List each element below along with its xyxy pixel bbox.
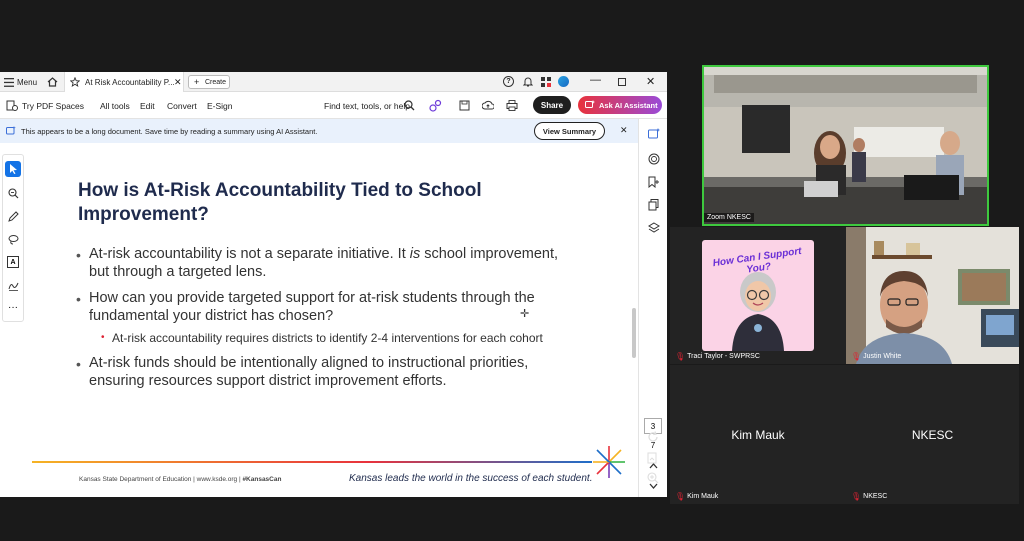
bullet-dot: • (76, 291, 81, 307)
bullet-2-line2: fundamental your district has chosen? (89, 308, 334, 324)
esign-button[interactable]: E-Sign (207, 101, 233, 111)
convert-button[interactable]: Convert (167, 101, 197, 111)
find-tools-field[interactable]: Find text, tools, or help (324, 101, 410, 111)
ask-ai-label: Ask AI Assistant (599, 101, 658, 110)
left-tool-palette: A ··· (2, 154, 24, 322)
slide-title-line2: Improvement? (78, 204, 209, 225)
layers-rail-icon[interactable] (647, 221, 660, 234)
pen-annotate-icon[interactable] (7, 210, 19, 222)
participant-name: Zoom NKESC (704, 213, 754, 222)
bullet-1-line1: At-risk accountability is not a separate… (89, 246, 559, 262)
footer-left: Kansas State Department of Education | w… (79, 476, 282, 483)
page-thumbnail-icon[interactable] (646, 451, 659, 464)
participant-name: Traci Taylor - SWPRSC (687, 353, 760, 360)
hamburger-menu-icon[interactable] (4, 77, 14, 87)
save-icon[interactable] (458, 99, 470, 111)
try-pdf-spaces-button[interactable]: Try PDF Spaces (22, 101, 84, 111)
bell-icon[interactable] (522, 76, 533, 87)
vertical-scrollbar[interactable] (632, 308, 636, 358)
bullet-3-line2: ensuring resources support district impr… (89, 373, 447, 389)
participant-name: Kim Mauk (687, 493, 719, 500)
pdf-spaces-icon[interactable] (6, 100, 18, 112)
profile-avatar-icon[interactable] (558, 76, 569, 87)
document-tab[interactable]: At Risk Accountability P... ✕ (64, 72, 184, 92)
participant-name: NKESC (863, 493, 888, 500)
participant-tile-kim[interactable]: Kim Mauk 🎙 Kim Mauk (670, 365, 846, 504)
bullet-1-line2: but through a targeted lens. (89, 264, 267, 280)
traci-avatar-image: How Can I Support You? (702, 240, 814, 351)
participant-tile-justin[interactable]: 🎙 Justin White (846, 227, 1019, 364)
ai-review-icon[interactable] (428, 98, 442, 112)
kansas-star-logo-icon (592, 445, 626, 479)
lasso-draw-icon[interactable] (7, 233, 19, 245)
move-cursor-icon: ✛ (520, 308, 530, 320)
muted-mic-icon: 🎙 (851, 492, 862, 501)
active-speaker-video[interactable]: Zoom NKESC (702, 65, 989, 226)
bullet-2-line1: How can you provide targeted support for… (89, 290, 535, 306)
close-tab-icon[interactable]: ✕ (174, 77, 182, 88)
close-window-icon[interactable]: ✕ (646, 75, 655, 88)
participant-display-name: NKESC (911, 428, 954, 442)
tab-bar: Menu At Risk Accountability P... ✕ + Cre… (0, 72, 667, 92)
share-button[interactable]: Share (533, 96, 571, 114)
footer-rule (32, 461, 592, 463)
edit-button[interactable]: Edit (140, 101, 155, 111)
ai-assistant-rail-icon[interactable] (647, 127, 660, 140)
pages-rail-icon[interactable] (647, 198, 660, 211)
create-label: Create (205, 78, 227, 86)
all-tools-button[interactable]: All tools (100, 101, 130, 111)
more-tools-icon[interactable]: ··· (7, 303, 19, 313)
participant-tile-traci[interactable]: How Can I Support You? 🎙 Traci Taylor - … (670, 227, 846, 364)
muted-mic-icon: 🎙 (851, 352, 862, 361)
bullet-dot: • (76, 247, 81, 263)
main-toolbar: Try PDF Spaces All tools Edit Convert E-… (0, 92, 667, 119)
print-icon[interactable] (506, 99, 518, 111)
bullet-dot: • (76, 356, 81, 372)
participant-name: Justin White (863, 353, 902, 360)
muted-mic-icon: 🎙 (675, 492, 686, 501)
star-icon[interactable] (70, 77, 80, 87)
create-tab-button[interactable]: + Create (188, 75, 230, 89)
ai-summary-notice: This appears to be a long document. Save… (0, 119, 638, 143)
kim-name-tag: 🎙 Kim Mauk (675, 492, 718, 501)
bullet-3-line1: At-risk funds should be intentionally al… (89, 355, 529, 371)
participant-tile-nkesc[interactable]: NKESC 🎙 NKESC (846, 365, 1019, 504)
select-cursor-icon[interactable] (5, 161, 21, 177)
zoom-in-icon[interactable] (646, 471, 659, 484)
close-notice-icon[interactable]: ✕ (620, 125, 628, 136)
nkesc-name-tag: 🎙 NKESC (851, 492, 887, 501)
notice-text: This appears to be a long document. Save… (21, 127, 318, 136)
acrobat-window: Menu At Risk Accountability P... ✕ + Cre… (0, 72, 667, 497)
menu-label[interactable]: Menu (17, 78, 37, 87)
text-box-icon[interactable]: A (7, 256, 19, 268)
sub-bullet-1: At-risk accountability requires district… (112, 331, 543, 345)
document-viewport: How is At-Risk Accountability Tied to Sc… (0, 143, 638, 497)
slide-page: How is At-Risk Accountability Tied to Sc… (32, 151, 632, 497)
comment-rail-icon[interactable] (647, 152, 660, 165)
minimize-icon[interactable]: — (590, 74, 601, 86)
zoom-tool-icon[interactable] (7, 187, 19, 199)
view-summary-button[interactable]: View Summary (534, 122, 605, 140)
maximize-icon[interactable] (618, 78, 626, 86)
slide-title-line1: How is At-Risk Accountability Tied to Sc… (78, 180, 482, 201)
sub-bullet-dot: • (101, 332, 105, 343)
participant-display-name: Kim Mauk (731, 428, 785, 442)
plus-icon: + (194, 77, 200, 87)
traci-name-tag: 🎙 Traci Taylor - SWPRSC (675, 352, 760, 361)
bookmark-rail-icon[interactable] (647, 175, 660, 188)
ai-sparkle-icon (585, 100, 595, 110)
apps-grid-icon[interactable] (540, 76, 551, 87)
muted-mic-icon: 🎙 (675, 352, 686, 361)
help-icon[interactable]: ? (503, 76, 514, 87)
upload-cloud-icon[interactable] (482, 99, 494, 111)
ask-ai-assistant-button[interactable]: Ask AI Assistant (578, 96, 662, 114)
search-icon[interactable] (403, 99, 415, 111)
justin-name-tag: 🎙 Justin White (851, 352, 901, 361)
footer-tagline: Kansas leads the world in the success of… (349, 473, 593, 484)
signature-icon[interactable] (7, 279, 19, 291)
refresh-icon[interactable] (646, 430, 659, 443)
home-icon[interactable] (46, 76, 58, 88)
ai-notice-icon (6, 126, 16, 136)
tab-title: At Risk Accountability P... (85, 78, 175, 87)
